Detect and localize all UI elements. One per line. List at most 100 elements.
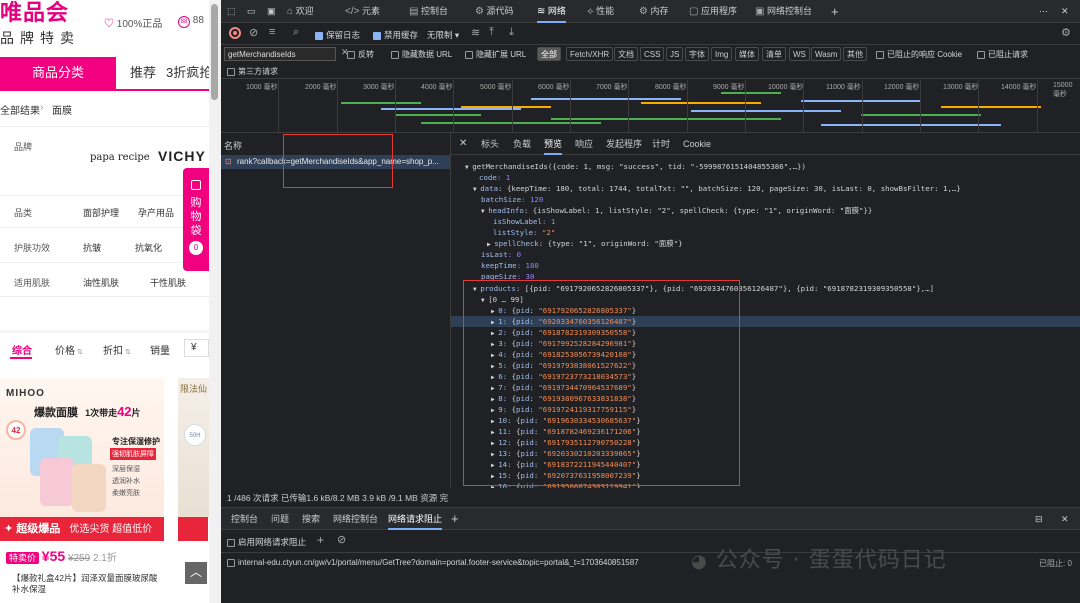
filter-option[interactable]: 油性肌肤 <box>83 276 119 289</box>
column-header-name[interactable]: 名称 <box>224 139 242 152</box>
product-card[interactable]: MIHOO 爆款面膜 1次带走42片 42 专注保湿修护 强韧肌肤屏障 深层保湿… <box>0 378 164 518</box>
type-chip-manifest[interactable]: 清单 <box>762 47 786 61</box>
clear-patterns-icon[interactable]: ⊘ <box>337 533 346 546</box>
tab-welcome[interactable]: ⌂ 欢迎 <box>287 0 314 23</box>
close-icon[interactable]: ✕ <box>1061 508 1069 530</box>
filter-input[interactable] <box>224 47 336 61</box>
tab-payload[interactable]: 负载 <box>513 133 531 155</box>
sort-sales[interactable]: 销量 <box>150 342 170 357</box>
filter-option[interactable]: 面部护理 <box>83 206 119 219</box>
breadcrumb-all[interactable]: 全部结果 <box>0 102 40 117</box>
type-chip-other[interactable]: 其他 <box>843 47 867 61</box>
filter-option[interactable]: 抗皱 <box>83 241 101 254</box>
sort-price[interactable]: 价格 ⇅ <box>55 342 83 357</box>
timeline-tick: 3000 毫秒 <box>363 84 395 91</box>
filter-option[interactable]: 抗氧化 <box>135 241 162 254</box>
type-chip-fetch[interactable]: Fetch/XHR <box>566 47 614 61</box>
filter-option[interactable]: 孕产用品 <box>138 206 174 219</box>
application-icon: ▢ <box>689 6 699 17</box>
dock-icon[interactable]: ⊟ <box>1035 508 1043 530</box>
panel-toggle-icon[interactable]: ▣ <box>267 0 276 23</box>
type-chip-doc[interactable]: 文档 <box>614 47 638 61</box>
enable-blocking-checkbox[interactable]: 启用网络请求阻止 <box>227 536 306 548</box>
tab-flash-sale[interactable]: 3折疯抢 <box>166 57 212 89</box>
clear-icon[interactable]: ⊘ <box>249 26 258 39</box>
tab-cookie[interactable]: Cookie <box>683 133 711 155</box>
shopping-cart-button[interactable]: 购 物 袋 0 <box>183 168 209 271</box>
tab-network[interactable]: ≋ 网络 <box>537 0 566 23</box>
tab-response[interactable]: 响应 <box>575 133 593 155</box>
tab-headers[interactable]: 标头 <box>481 133 499 155</box>
type-chip-all[interactable]: 全部 <box>537 47 561 61</box>
scrollbar-thumb[interactable] <box>211 4 218 100</box>
type-chip-img[interactable]: Img <box>711 47 733 61</box>
filter-option[interactable]: 干性肌肤 <box>150 276 186 289</box>
blocked-cookie-checkbox[interactable]: 已阻止的响应 Cookie <box>876 49 962 60</box>
tab-memory[interactable]: ⚙ 内存 <box>639 0 669 23</box>
brand-vichy[interactable]: VICHY <box>158 148 206 164</box>
json-line[interactable]: ▼ data: {keepTime: 180, total: 1744, tot… <box>473 183 961 195</box>
tab-initiator[interactable]: 发起程序 <box>606 133 642 155</box>
add-tab-icon[interactable]: + <box>831 0 839 23</box>
record-icon[interactable] <box>229 27 241 39</box>
filter-icon[interactable]: ≡ <box>269 26 275 38</box>
tab-sources[interactable]: ⚙ 源代码 <box>475 0 514 23</box>
device-toggle-icon[interactable]: ▭ <box>247 0 256 23</box>
type-chip-css[interactable]: CSS <box>640 47 665 61</box>
third-party-checkbox[interactable]: 第三方请求 <box>227 66 278 77</box>
tab-network-console[interactable]: ▣ 网络控制台 <box>755 0 812 23</box>
invert-checkbox[interactable]: 反转 <box>347 49 374 60</box>
tab-timing[interactable]: 计时 <box>652 133 670 155</box>
gear-icon[interactable]: ⚙ <box>1061 26 1071 39</box>
back-to-top-button[interactable]: ︿ <box>185 562 207 584</box>
throttle-select[interactable]: 无限制 ▾ <box>427 29 459 41</box>
type-chip-js[interactable]: JS <box>666 47 684 61</box>
type-chip-wasm[interactable]: Wasm <box>811 47 842 61</box>
sort-discount[interactable]: 折扣 ⇅ <box>103 342 131 357</box>
preserve-log-checkbox[interactable]: 保留日志 <box>315 29 360 41</box>
add-pattern-icon[interactable]: + <box>317 533 324 547</box>
type-chip-ws[interactable]: WS <box>789 47 810 61</box>
wifi-settings-icon[interactable]: ≋ <box>471 26 480 39</box>
tab-performance[interactable]: ⟡ 性能 <box>587 0 614 23</box>
drawer-tab-console[interactable]: 控制台 <box>231 508 258 530</box>
blocked-request-checkbox[interactable]: 已阻止请求 <box>977 49 1028 60</box>
hide-data-url-checkbox[interactable]: 隐藏数据 URL <box>391 49 452 60</box>
price-range-input[interactable]: ¥ <box>184 339 209 357</box>
tab-elements[interactable]: </> 元素 <box>345 0 380 23</box>
upload-icon[interactable]: ⤒ <box>489 26 494 39</box>
drawer-tab-issues[interactable]: 问题 <box>271 508 289 530</box>
drawer-tab-request-blocking[interactable]: 网络请求阻止 <box>388 508 443 530</box>
brand-papa-recipe[interactable]: papa recipe <box>90 152 150 163</box>
timeline-tick: 13000 毫秒 <box>943 84 979 91</box>
request-summary: 1 /486 次请求 已传输1.6 kB/8.2 MB 3.9 kB /9.1 … <box>227 493 449 503</box>
timeline-tick: 8000 毫秒 <box>655 84 687 91</box>
download-icon[interactable]: ⤓ <box>509 26 514 39</box>
sort-default[interactable]: 综合 <box>12 342 32 357</box>
close-icon[interactable]: ✕ <box>1061 0 1069 23</box>
category-button[interactable]: 商品分类 <box>0 57 116 89</box>
tab-recommend[interactable]: 推荐 <box>130 57 156 89</box>
drawer-tab-network-console[interactable]: 网络控制台 <box>333 508 378 530</box>
hide-extension-url-checkbox[interactable]: 隐藏扩展 URL <box>465 49 526 60</box>
type-chip-font[interactable]: 字体 <box>685 47 709 61</box>
add-tab-icon[interactable]: + <box>451 508 459 530</box>
count-badge: 42 <box>6 420 26 440</box>
blocked-pattern-row[interactable]: internal-edu.ctyun.cn/gw/v1/portal/menu/… <box>227 558 639 567</box>
search-icon[interactable]: ⌕ <box>293 26 299 39</box>
console-icon: ▤ <box>409 6 419 17</box>
vip-logo[interactable]: 唯品会 <box>0 0 69 28</box>
points-badge[interactable]: 88 88 <box>178 15 204 28</box>
product-card[interactable]: 限法仙 50H <box>178 378 209 518</box>
json-line[interactable]: ▼ getMerchandiseIds({code: 1, msg: "succ… <box>465 161 806 173</box>
tab-application[interactable]: ▢ 应用程序 <box>689 0 737 23</box>
product-title[interactable]: 【爆款礼盒42片】润泽双量面膜玻尿酸补水保湿 <box>12 573 162 597</box>
close-icon[interactable]: ✕ <box>459 133 467 155</box>
more-options-icon[interactable]: ⋯ <box>1039 0 1048 23</box>
inspect-icon[interactable]: ⬚ <box>227 0 236 23</box>
tab-console[interactable]: ▤ 控制台 <box>409 0 448 23</box>
type-chip-media[interactable]: 媒体 <box>735 47 759 61</box>
drawer-tab-search[interactable]: 搜索 <box>302 508 320 530</box>
disable-cache-checkbox[interactable]: 禁用缓存 <box>373 29 418 41</box>
tab-preview[interactable]: 预览 <box>544 133 563 155</box>
